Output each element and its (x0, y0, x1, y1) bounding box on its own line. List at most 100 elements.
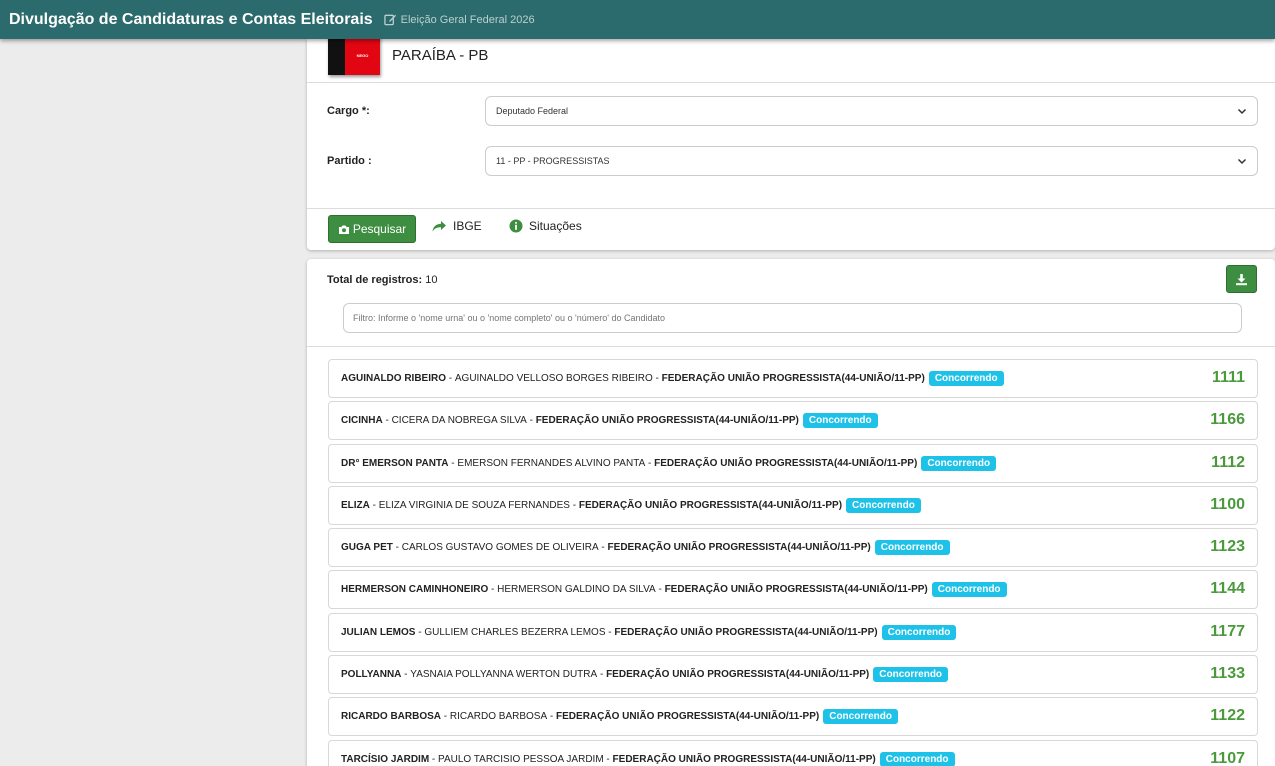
divider (307, 346, 1275, 347)
candidate-number: 1133 (1210, 665, 1245, 683)
separator: - (603, 753, 613, 765)
separator: - (392, 542, 402, 554)
candidate-number: 1107 (1210, 749, 1245, 766)
ibge-label: IBGE (453, 219, 482, 233)
divider (307, 208, 1275, 209)
candidate-full-name: CICERA DA NOBREGA SILVA (391, 415, 527, 427)
status-badge: Concorrendo (881, 624, 957, 640)
candidate-full-name: HERMERSON GALDINO DA SILVA (497, 584, 656, 596)
share-arrow-icon (432, 220, 446, 231)
candidate-urna-name: POLLYANNA (341, 669, 402, 681)
separator: - (369, 499, 379, 511)
status-badge: Concorrendo (802, 413, 878, 429)
candidate-party: FEDERAÇÃO UNIÃO PROGRESSISTA(44-UNIÃO/11… (654, 457, 918, 469)
download-button[interactable] (1226, 265, 1257, 293)
candidate-urna-name: TARCÍSIO JARDIM (341, 753, 430, 765)
status-badge: Concorrendo (931, 582, 1007, 598)
candidate-row[interactable]: JULIAN LEMOS - GULLIEM CHARLES BEZERRA L… (328, 612, 1258, 652)
situacoes-button[interactable]: Situações (509, 219, 582, 233)
edit-icon (383, 14, 396, 26)
candidate-party: FEDERAÇÃO UNIÃO PROGRESSISTA(44-UNIÃO/11… (661, 373, 925, 384)
candidate-number: 1122 (1210, 707, 1245, 725)
candidate-full-name: PAULO TARCISIO PESSOA JARDIM (438, 753, 604, 765)
candidate-party: FEDERAÇÃO UNIÃO PROGRESSISTA(44-UNIÃO/11… (607, 542, 871, 554)
candidate-number: 1177 (1210, 622, 1245, 640)
search-button[interactable]: Pesquisar (328, 215, 416, 243)
candidate-number: 1100 (1210, 495, 1245, 513)
top-header: Divulgação de Candidaturas e Contas Elei… (0, 0, 1275, 39)
candidate-filter-input[interactable] (343, 303, 1242, 333)
election-link[interactable]: Eleição Geral Federal 2026 (383, 13, 535, 26)
candidate-urna-name: ELIZA (341, 499, 370, 511)
candidate-row[interactable]: GUGA PET - CARLOS GUSTAVO GOMES DE OLIVE… (328, 528, 1258, 568)
separator: - (605, 626, 615, 638)
candidate-party: FEDERAÇÃO UNIÃO PROGRESSISTA(44-UNIÃO/11… (535, 415, 799, 427)
state-flag: NEGO (328, 35, 380, 75)
cargo-value: Deputado Federal (496, 106, 569, 116)
separator: - (526, 415, 536, 427)
separator: - (645, 457, 655, 469)
chevron-down-icon (1237, 158, 1247, 165)
download-icon (1236, 273, 1247, 285)
search-card: NEGO PARAÍBA - PB Cargo *: Deputado Fede… (307, 35, 1275, 250)
separator: - (415, 626, 425, 638)
candidate-party: FEDERAÇÃO UNIÃO PROGRESSISTA(44-UNIÃO/11… (612, 753, 876, 765)
status-badge: Concorrendo (928, 371, 1004, 386)
separator: - (401, 669, 411, 681)
separator: - (652, 373, 662, 384)
status-badge: Concorrendo (823, 709, 898, 725)
candidate-full-name: GULLIEM CHARLES BEZERRA LEMOS (424, 626, 606, 638)
candidate-row[interactable]: POLLYANNA - YASNAIA POLLYANNA WERTON DUT… (328, 655, 1258, 695)
separator: - (382, 415, 392, 427)
info-icon (509, 219, 523, 233)
candidate-full-name: YASNAIA POLLYANNA WERTON DUTRA (410, 669, 598, 681)
candidate-party: FEDERAÇÃO UNIÃO PROGRESSISTA(44-UNIÃO/11… (556, 711, 820, 723)
chevron-down-icon (1237, 108, 1247, 115)
divider (307, 82, 1275, 83)
candidate-list: AGUINALDO RIBEIRO - AGUINALDO VELLOSO BO… (328, 359, 1258, 766)
candidate-row[interactable]: DR° EMERSON PANTA - EMERSON FERNANDES AL… (328, 443, 1258, 483)
candidate-number: 1144 (1210, 580, 1245, 598)
situacoes-label: Situações (529, 219, 582, 233)
partido-select[interactable]: 11 - PP - PROGRESSISTAS (485, 146, 1258, 176)
candidate-urna-name: GUGA PET (341, 542, 393, 554)
candidate-row[interactable]: CICINHA - CICERA DA NOBREGA SILVA - FEDE… (328, 401, 1258, 441)
separator: - (448, 457, 458, 469)
separator: - (597, 669, 607, 681)
status-badge: Concorrendo (846, 497, 921, 513)
candidate-urna-name: RICARDO BARBOSA (341, 711, 441, 723)
candidate-row[interactable]: TARCÍSIO JARDIM - PAULO TARCISIO PESSOA … (328, 739, 1258, 766)
candidate-urna-name: CICINHA (341, 415, 383, 427)
flag-text: NEGO (345, 35, 380, 75)
partido-label: Partido : (327, 155, 372, 167)
candidate-urna-name: DR° EMERSON PANTA (341, 457, 449, 469)
candidate-full-name: RICARDO BARBOSA (449, 711, 548, 723)
candidate-urna-name: JULIAN LEMOS (341, 626, 416, 638)
candidate-row[interactable]: HERMERSON CAMINHONEIRO - HERMERSON GALDI… (328, 570, 1258, 610)
state-name: PARAÍBA - PB (392, 47, 489, 64)
results-card: Total de registros: 10 AGUINALDO RIBEIRO… (307, 259, 1275, 766)
candidate-row[interactable]: AGUINALDO RIBEIRO - AGUINALDO VELLOSO BO… (328, 359, 1258, 398)
candidate-full-name: EMERSON FERNANDES ALVINO PANTA (457, 457, 646, 469)
ibge-button[interactable]: IBGE (431, 219, 482, 233)
candidate-number: 1112 (1211, 453, 1245, 471)
candidate-full-name: CARLOS GUSTAVO GOMES DE OLIVEIRA (401, 542, 599, 554)
status-badge: Concorrendo (879, 751, 955, 766)
candidate-full-name: ELIZA VIRGINIA DE SOUZA FERNANDES (378, 499, 570, 511)
candidate-number: 1166 (1210, 411, 1245, 429)
candidate-row[interactable]: RICARDO BARBOSA - RICARDO BARBOSA - FEDE… (328, 697, 1258, 737)
candidate-party: FEDERAÇÃO UNIÃO PROGRESSISTA(44-UNIÃO/11… (606, 669, 870, 681)
separator: - (655, 584, 665, 596)
candidate-full-name: AGUINALDO VELLOSO BORGES RIBEIRO (454, 373, 653, 384)
separator: - (429, 753, 439, 765)
separator: - (547, 711, 557, 723)
total-records: Total de registros: 10 (327, 274, 437, 286)
candidate-row[interactable]: ELIZA - ELIZA VIRGINIA DE SOUZA FERNANDE… (328, 485, 1258, 525)
cargo-select[interactable]: Deputado Federal (485, 96, 1258, 126)
cargo-label: Cargo *: (327, 105, 370, 117)
candidate-urna-name: HERMERSON CAMINHONEIRO (341, 584, 489, 596)
separator: - (488, 584, 498, 596)
separator: - (446, 373, 455, 384)
candidate-number: 1111 (1212, 369, 1245, 386)
separator: - (441, 711, 450, 723)
